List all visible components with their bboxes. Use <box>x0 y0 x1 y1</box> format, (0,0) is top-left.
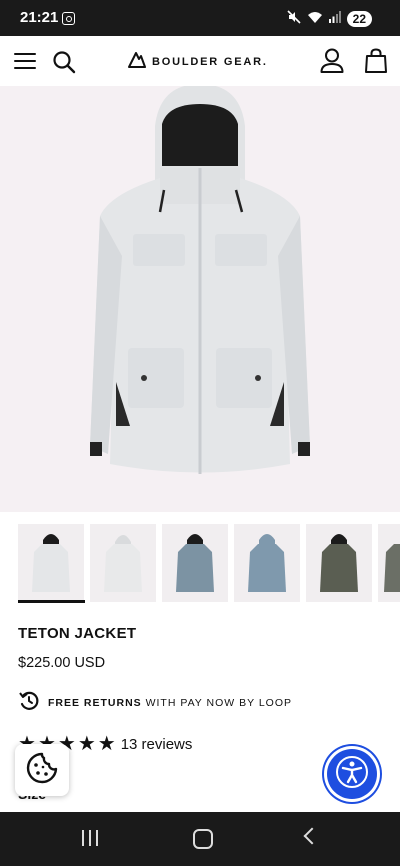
wifi-icon <box>307 11 323 27</box>
star-icon: ★ <box>97 733 116 755</box>
product-price: $225.00 USD <box>18 655 106 671</box>
shopping-bag-icon[interactable] <box>365 48 387 79</box>
accessibility-icon <box>335 755 369 794</box>
loop-returns-icon <box>18 690 40 715</box>
home-button[interactable] <box>193 829 213 849</box>
thumbnail-3[interactable] <box>162 524 228 602</box>
cookie-icon <box>25 751 59 790</box>
free-returns-banner: FREE RETURNS WITH PAY NOW BY LOOP <box>18 690 292 715</box>
accessibility-button[interactable] <box>327 749 377 799</box>
jacket-illustration <box>90 86 310 474</box>
reviews-count[interactable]: 13 reviews <box>121 736 193 753</box>
back-button[interactable] <box>303 827 321 845</box>
selected-thumbnail-indicator <box>18 600 85 603</box>
cookie-settings-button[interactable] <box>15 744 69 796</box>
thumbnail-1[interactable] <box>18 524 84 602</box>
battery-level: 22 <box>346 10 372 27</box>
pay-now-by-loop-label: WITH PAY NOW BY LOOP <box>145 696 293 709</box>
recent-apps-button[interactable] <box>82 830 98 846</box>
star-icon: ★ <box>77 733 96 755</box>
brand-name: BOULDER GEAR. <box>152 55 268 68</box>
mute-icon <box>287 10 301 27</box>
user-icon[interactable] <box>320 48 344 79</box>
product-hero-image[interactable] <box>0 86 400 512</box>
free-returns-label: FREE RETURNS <box>48 696 142 709</box>
brand-logo[interactable]: BOULDER GEAR. <box>128 52 268 71</box>
color-thumbnails <box>0 512 400 607</box>
system-navigation-bar <box>0 812 400 866</box>
site-header: BOULDER GEAR. <box>0 36 400 86</box>
thumbnail-4[interactable] <box>234 524 300 602</box>
status-bar: 21:21 22 <box>0 0 400 36</box>
signal-icon <box>328 11 341 26</box>
thumbnail-6[interactable] <box>378 524 400 602</box>
search-icon[interactable] <box>52 50 76 79</box>
thumbnail-5[interactable] <box>306 524 372 602</box>
status-time: 21:21 <box>20 9 59 26</box>
status-icons: 22 <box>287 10 372 27</box>
hamburger-menu-icon[interactable] <box>14 53 36 70</box>
product-title: TETON JACKET <box>18 625 137 642</box>
boulder-gear-logo-icon <box>128 52 146 71</box>
thumbnail-2[interactable] <box>90 524 156 602</box>
instagram-notification-icon <box>62 12 75 25</box>
